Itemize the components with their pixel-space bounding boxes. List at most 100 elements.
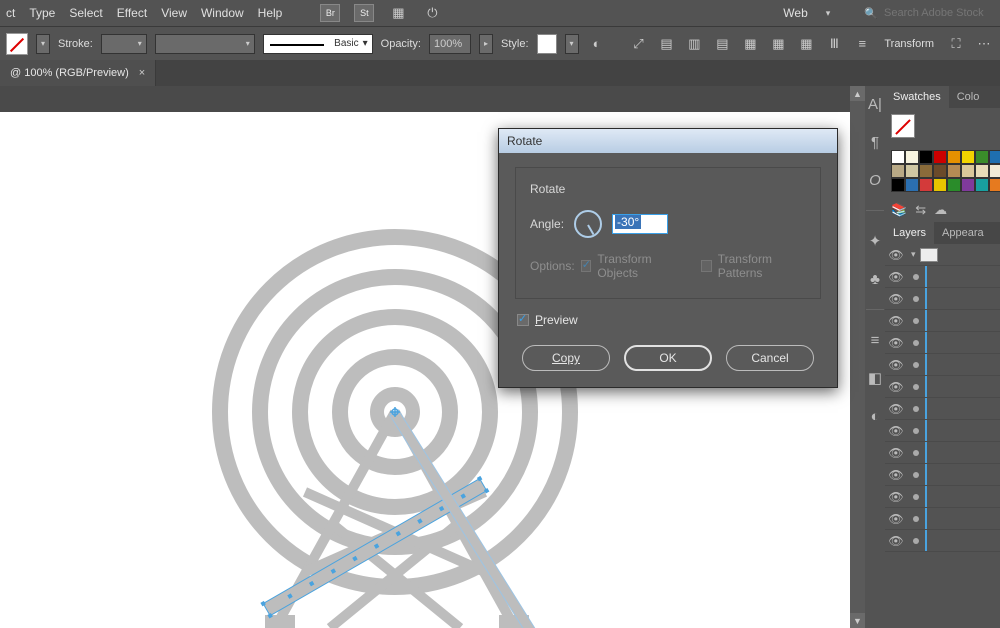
- close-tab-icon[interactable]: ×: [139, 67, 145, 79]
- swatch-cell[interactable]: [933, 178, 947, 192]
- chevron-down-icon[interactable]: ▾: [826, 8, 831, 19]
- cancel-button[interactable]: Cancel: [726, 345, 814, 371]
- isolate-icon[interactable]: ⛶: [946, 34, 966, 54]
- layer-row[interactable]: 👁: [885, 376, 1000, 398]
- visibility-icon[interactable]: 👁: [885, 402, 907, 416]
- tab-appearance[interactable]: Appeara: [934, 222, 992, 244]
- swatch-cell[interactable]: [989, 178, 1000, 192]
- symbols-panel-icon[interactable]: ♣: [865, 269, 885, 289]
- visibility-icon[interactable]: 👁: [885, 314, 907, 328]
- swatch-cell[interactable]: [905, 178, 919, 192]
- opacity-flyout[interactable]: ▸: [479, 34, 493, 54]
- swatch-cell[interactable]: [933, 164, 947, 178]
- stroke-weight[interactable]: ▾: [101, 34, 147, 54]
- target-icon[interactable]: [913, 428, 919, 434]
- swatch-cell[interactable]: [933, 150, 947, 164]
- swatch-cell[interactable]: [989, 150, 1000, 164]
- target-icon[interactable]: [913, 384, 919, 390]
- preview-checkbox[interactable]: [517, 314, 529, 326]
- align-h-left-icon[interactable]: ▤: [656, 34, 676, 54]
- layer-row[interactable]: 👁: [885, 332, 1000, 354]
- align-v-center-icon[interactable]: ▦: [768, 34, 788, 54]
- menu-item[interactable]: Select: [69, 6, 102, 20]
- swatch-cell[interactable]: [891, 150, 905, 164]
- distribute-v-icon[interactable]: ≡: [852, 34, 872, 54]
- layer-row[interactable]: 👁: [885, 486, 1000, 508]
- dialog-title-bar[interactable]: Rotate: [499, 129, 837, 153]
- visibility-icon[interactable]: 👁: [885, 512, 907, 526]
- menu-item[interactable]: Type: [29, 6, 55, 20]
- swatch-cell[interactable]: [919, 150, 933, 164]
- swatch-cell[interactable]: [947, 150, 961, 164]
- layer-row[interactable]: 👁: [885, 530, 1000, 552]
- swatch-cell[interactable]: [919, 164, 933, 178]
- arrange-documents-icon[interactable]: ▦: [388, 3, 408, 23]
- gpu-icon[interactable]: ⏻: [422, 3, 442, 23]
- visibility-icon[interactable]: 👁: [885, 358, 907, 372]
- angle-input[interactable]: -30°: [612, 214, 668, 234]
- paragraph-panel-icon[interactable]: ¶: [865, 132, 885, 152]
- bridge-icon[interactable]: Br: [320, 4, 340, 22]
- swatch-cell[interactable]: [919, 178, 933, 192]
- target-icon[interactable]: [913, 494, 919, 500]
- swatch-cell[interactable]: [947, 164, 961, 178]
- target-icon[interactable]: [913, 450, 919, 456]
- distribute-h-icon[interactable]: Ⅲ: [824, 34, 844, 54]
- layer-row[interactable]: 👁: [885, 398, 1000, 420]
- visibility-icon[interactable]: 👁: [885, 380, 907, 394]
- stock-icon[interactable]: St: [354, 4, 374, 22]
- character-panel-icon[interactable]: A|: [865, 94, 885, 114]
- tab-color[interactable]: Colo: [949, 86, 988, 108]
- preview-row[interactable]: Preview: [517, 313, 819, 327]
- visibility-icon[interactable]: 👁: [885, 490, 907, 504]
- target-icon[interactable]: [913, 274, 919, 280]
- visibility-icon[interactable]: 👁: [885, 424, 907, 438]
- layer-row[interactable]: 👁: [885, 508, 1000, 530]
- brush-definition[interactable]: Basic ▾: [263, 34, 373, 54]
- angle-dial[interactable]: [574, 210, 602, 238]
- vertical-scrollbar[interactable]: ▲ ▼: [850, 86, 865, 628]
- target-icon[interactable]: [913, 406, 919, 412]
- graphic-style-swatch[interactable]: [537, 34, 557, 54]
- visibility-icon[interactable]: 👁: [885, 292, 907, 306]
- layer-row[interactable]: 👁: [885, 288, 1000, 310]
- target-icon[interactable]: [913, 516, 919, 522]
- target-icon[interactable]: [913, 538, 919, 544]
- copy-button[interactable]: Copy: [522, 345, 610, 371]
- layer-row[interactable]: 👁: [885, 266, 1000, 288]
- stock-search-input[interactable]: [884, 7, 994, 19]
- swatch-cell[interactable]: [891, 164, 905, 178]
- align-v-bottom-icon[interactable]: ▦: [796, 34, 816, 54]
- target-icon[interactable]: [913, 472, 919, 478]
- document-tab[interactable]: @ 100% (RGB/Preview) ×: [0, 60, 156, 86]
- layer-row[interactable]: 👁: [885, 310, 1000, 332]
- swatch-options-icon[interactable]: ⇆: [915, 202, 926, 218]
- recolor-icon[interactable]: ◐: [587, 34, 607, 54]
- visibility-icon[interactable]: 👁: [885, 468, 907, 482]
- target-icon[interactable]: [913, 340, 919, 346]
- stroke-panel-icon[interactable]: ≡: [865, 330, 885, 350]
- menu-item[interactable]: View: [161, 6, 187, 20]
- opentype-panel-icon[interactable]: O: [865, 170, 885, 190]
- tab-layers[interactable]: Layers: [885, 222, 934, 244]
- opacity-value[interactable]: 100%: [429, 34, 471, 54]
- menu-item[interactable]: Window: [201, 6, 244, 20]
- layer-row[interactable]: 👁: [885, 464, 1000, 486]
- swatch-cell[interactable]: [961, 164, 975, 178]
- swatch-grid[interactable]: [885, 144, 1000, 198]
- target-icon[interactable]: [913, 362, 919, 368]
- swatch-cell[interactable]: [989, 164, 1000, 178]
- visibility-icon[interactable]: 👁: [885, 248, 907, 262]
- visibility-icon[interactable]: 👁: [885, 270, 907, 284]
- fill-swatch[interactable]: [6, 33, 28, 55]
- swatch-cell[interactable]: [905, 164, 919, 178]
- scroll-down-icon[interactable]: ▼: [850, 613, 865, 628]
- swatch-kind-icon[interactable]: ☁: [934, 202, 947, 218]
- visibility-icon[interactable]: 👁: [885, 446, 907, 460]
- layer-row[interactable]: 👁: [885, 420, 1000, 442]
- scroll-up-icon[interactable]: ▲: [850, 86, 865, 101]
- swatch-cell[interactable]: [891, 178, 905, 192]
- menu-item[interactable]: Effect: [117, 6, 147, 20]
- target-icon[interactable]: [913, 318, 919, 324]
- swatch-cell[interactable]: [961, 150, 975, 164]
